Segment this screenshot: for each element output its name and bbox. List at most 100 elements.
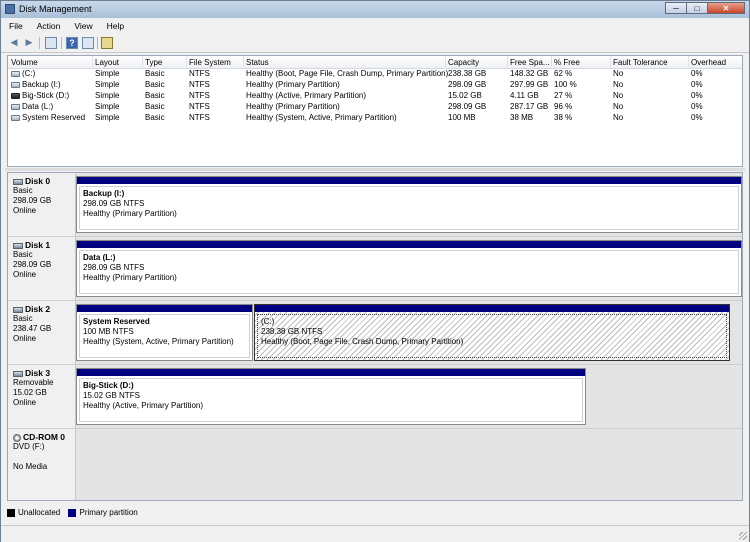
partition-status: Healthy (Active, Primary Partition) (83, 401, 204, 410)
back-arrow-icon[interactable]: ◀ (8, 37, 20, 49)
disk-type: Removable (13, 378, 54, 387)
primary-partition-bar (77, 369, 585, 376)
cell-volume: Backup (I:) (22, 80, 61, 89)
cell-type: Basic (145, 113, 165, 122)
cell-layout: Simple (95, 80, 120, 89)
partition-block[interactable]: Data (L:) 298.09 GB NTFS Healthy (Primar… (76, 240, 742, 297)
help-icon[interactable]: ? (66, 37, 78, 49)
volume-list-header: Volume Layout Type File System Status Ca… (8, 56, 742, 69)
cell-percent-free: 96 % (554, 102, 573, 111)
cell-volume: Data (L:) (22, 102, 54, 111)
disk-name: Disk 0 (25, 176, 51, 186)
table-row[interactable]: Data (L:) Simple Basic NTFS Healthy (Pri… (8, 102, 742, 113)
disk-state: Online (13, 270, 37, 279)
partition-size: 15.02 GB NTFS (83, 391, 140, 400)
partition-status: Healthy (Primary Partition) (83, 209, 177, 218)
cell-capacity: 15.02 GB (448, 91, 482, 100)
cell-file-system: NTFS (189, 91, 210, 100)
cell-overhead: 0% (691, 113, 703, 122)
partition-block-selected[interactable]: (C:) 238.38 GB NTFS Healthy (Boot, Page … (254, 304, 730, 361)
hard-disk-icon (13, 242, 23, 249)
disk-label[interactable]: Disk 3 Removable 15.02 GB Online (8, 365, 76, 428)
primary-partition-bar (77, 305, 252, 312)
cell-fault-tolerance: No (613, 102, 624, 111)
toolbar-separator (39, 37, 40, 49)
cell-volume: System Reserved (22, 113, 86, 122)
disk-label[interactable]: Disk 0 Basic 298.09 GB Online (8, 173, 76, 236)
menu-help[interactable]: Help (99, 19, 130, 33)
cell-percent-free: 27 % (554, 91, 573, 100)
disk-label[interactable]: CD-ROM 0 DVD (F:) No Media (8, 429, 76, 500)
title-bar[interactable]: Disk Management ─ □ ✕ (1, 1, 749, 18)
table-row[interactable]: Backup (I:) Simple Basic NTFS Healthy (P… (8, 80, 742, 91)
primary-partition-bar (255, 305, 729, 312)
drive-icon (11, 81, 20, 88)
menu-view[interactable]: View (66, 19, 98, 33)
cell-layout: Simple (95, 69, 120, 78)
table-row[interactable]: (C:) Simple Basic NTFS Healthy (Boot, Pa… (8, 69, 742, 80)
column-file-system[interactable]: File System (189, 58, 231, 67)
cell-status: Healthy (Boot, Page File, Crash Dump, Pr… (246, 69, 449, 78)
disk-name: Disk 2 (25, 304, 51, 314)
maximize-button[interactable]: □ (686, 2, 708, 14)
pane-splitter[interactable] (5, 168, 745, 171)
column-type[interactable]: Type (145, 58, 162, 67)
minimize-button[interactable]: ─ (665, 2, 687, 14)
hard-disk-icon (13, 306, 23, 313)
column-status[interactable]: Status (246, 58, 269, 67)
column-percent-free[interactable]: % Free (554, 58, 580, 67)
disk-management-window: Disk Management ─ □ ✕ File Action View H… (0, 0, 750, 542)
disk-state: Online (13, 398, 37, 407)
disk-name: Disk 3 (25, 368, 51, 378)
volume-list: Volume Layout Type File System Status Ca… (7, 55, 743, 167)
cell-overhead: 0% (691, 80, 703, 89)
refresh-icon[interactable] (101, 37, 113, 49)
partition-block[interactable]: Backup (I:) 298.09 GB NTFS Healthy (Prim… (76, 176, 742, 233)
menu-action[interactable]: Action (29, 19, 67, 33)
disk-type: Basic (13, 186, 33, 195)
disk-size: 15.02 GB (13, 388, 47, 397)
partition-name: Data (L:) (83, 253, 116, 262)
close-button[interactable]: ✕ (707, 2, 745, 14)
usb-drive-icon (11, 92, 20, 99)
table-row[interactable]: Big-Stick (D:) Simple Basic NTFS Healthy… (8, 91, 742, 102)
column-free-space[interactable]: Free Spa... (510, 58, 550, 67)
cell-volume: (C:) (22, 69, 36, 78)
column-capacity[interactable]: Capacity (448, 58, 479, 67)
column-overhead[interactable]: Overhead (691, 58, 726, 67)
cell-free-space: 287.17 GB (510, 102, 549, 111)
primary-partition-swatch (68, 508, 77, 517)
partition-name: Backup (I:) (83, 189, 125, 198)
resize-grip-icon[interactable] (739, 532, 747, 540)
properties-icon[interactable] (45, 37, 57, 49)
cell-file-system: NTFS (189, 102, 210, 111)
partition-size: 238.38 GB NTFS (261, 327, 323, 336)
disk-label[interactable]: Disk 1 Basic 298.09 GB Online (8, 237, 76, 300)
partition-status: Healthy (Boot, Page File, Crash Dump, Pr… (261, 337, 464, 346)
disk-size: 298.09 GB (13, 196, 52, 205)
cell-type: Basic (145, 102, 165, 111)
cell-type: Basic (145, 80, 165, 89)
cell-capacity: 298.09 GB (448, 102, 487, 111)
primary-partition-bar (77, 177, 741, 184)
toolbar-separator (97, 37, 98, 49)
column-layout[interactable]: Layout (95, 58, 119, 67)
partition-block[interactable]: Big-Stick (D:) 15.02 GB NTFS Healthy (Ac… (76, 368, 586, 425)
cell-status: Healthy (Primary Partition) (246, 80, 340, 89)
disk-type: Basic (13, 314, 33, 323)
cell-fault-tolerance: No (613, 113, 624, 122)
disk-type: DVD (F:) (13, 442, 45, 451)
disk-size: 298.09 GB (13, 260, 52, 269)
table-row[interactable]: System Reserved Simple Basic NTFS Health… (8, 113, 742, 124)
disk-size (13, 452, 75, 462)
partition-block[interactable]: System Reserved 100 MB NTFS Healthy (Sys… (76, 304, 253, 361)
cell-overhead: 0% (691, 102, 703, 111)
partition-size: 298.09 GB NTFS (83, 199, 145, 208)
column-volume[interactable]: Volume (11, 58, 38, 67)
column-fault-tolerance[interactable]: Fault Tolerance (613, 58, 668, 67)
forward-arrow-icon[interactable]: ▶ (23, 37, 35, 49)
disk-label[interactable]: Disk 2 Basic 238.47 GB Online (8, 301, 76, 364)
show-hide-icon[interactable] (82, 37, 94, 49)
unallocated-swatch (7, 508, 15, 517)
menu-file[interactable]: File (1, 19, 29, 33)
